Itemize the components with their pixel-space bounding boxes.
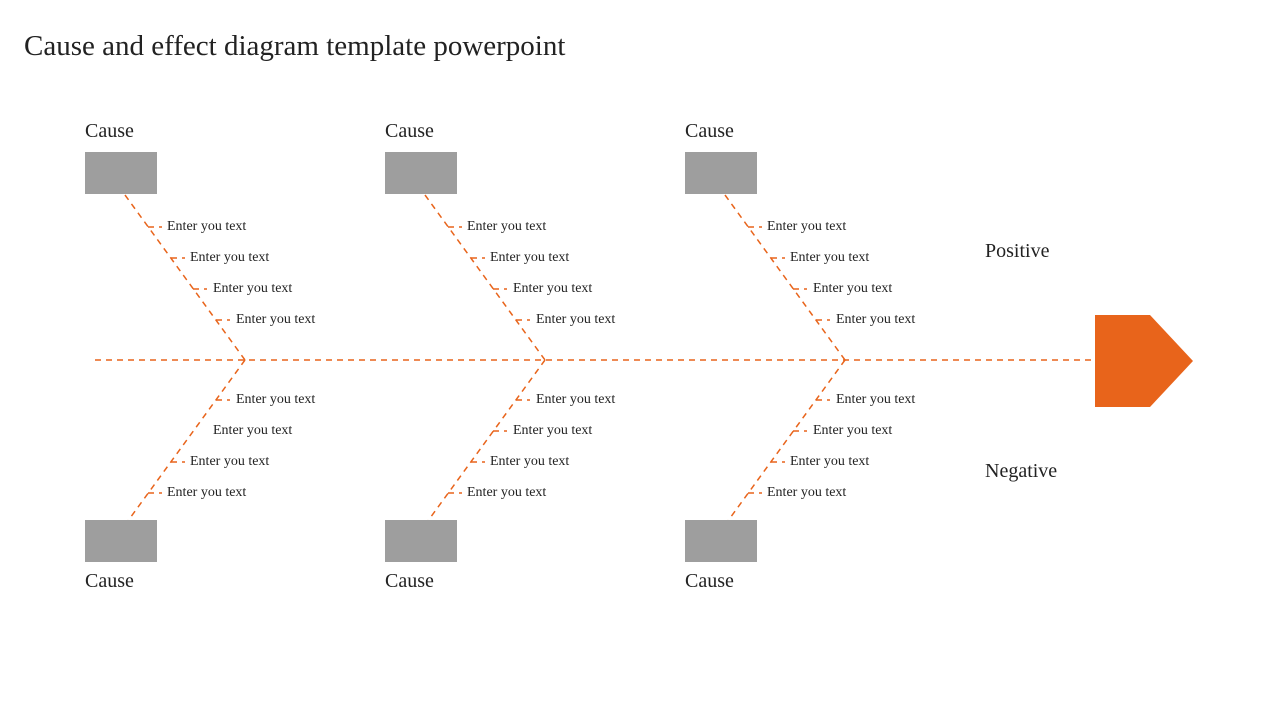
cause-item: Enter you text: [490, 454, 569, 470]
cause-item: Enter you text: [513, 281, 592, 297]
cause-item: Enter you text: [536, 392, 615, 408]
cause-item: Enter you text: [467, 485, 546, 501]
cause-item: Enter you text: [836, 392, 915, 408]
cause-label-top-2: Cause: [385, 120, 434, 143]
effect-head-icon: [1095, 315, 1193, 407]
negative-label: Negative: [985, 460, 1057, 483]
cause-item: Enter you text: [467, 219, 546, 235]
page-title: Cause and effect diagram template powerp…: [24, 30, 565, 63]
cause-item: Enter you text: [190, 454, 269, 470]
cause-item: Enter you text: [236, 312, 315, 328]
cause-box-bottom-3: [685, 520, 757, 562]
cause-item: Enter you text: [536, 312, 615, 328]
cause-item: Enter you text: [167, 219, 246, 235]
cause-item: Enter you text: [236, 392, 315, 408]
cause-label-bottom-3: Cause: [685, 570, 734, 593]
cause-item: Enter you text: [213, 281, 292, 297]
cause-item: Enter you text: [213, 423, 292, 439]
fishbone-diagram: < line x1="108" y1="311" x2="122" y2="31…: [85, 120, 1205, 600]
cause-item: Enter you text: [790, 454, 869, 470]
cause-item: Enter you text: [490, 250, 569, 266]
cause-box-bottom-1: [85, 520, 157, 562]
cause-box-top-1: [85, 152, 157, 194]
cause-label-top-1: Cause: [85, 120, 134, 143]
cause-item: Enter you text: [513, 423, 592, 439]
cause-box-bottom-2: [385, 520, 457, 562]
cause-item: Enter you text: [767, 485, 846, 501]
cause-item: Enter you text: [167, 485, 246, 501]
cause-item: Enter you text: [813, 423, 892, 439]
cause-item: Enter you text: [790, 250, 869, 266]
cause-item: Enter you text: [767, 219, 846, 235]
positive-label: Positive: [985, 240, 1049, 263]
cause-item: Enter you text: [190, 250, 269, 266]
cause-label-top-3: Cause: [685, 120, 734, 143]
cause-label-bottom-1: Cause: [85, 570, 134, 593]
cause-label-bottom-2: Cause: [385, 570, 434, 593]
cause-box-top-3: [685, 152, 757, 194]
fishbone-lines: < line x1="108" y1="311" x2="122" y2="31…: [85, 120, 1205, 600]
cause-item: Enter you text: [813, 281, 892, 297]
cause-box-top-2: [385, 152, 457, 194]
cause-item: Enter you text: [836, 312, 915, 328]
